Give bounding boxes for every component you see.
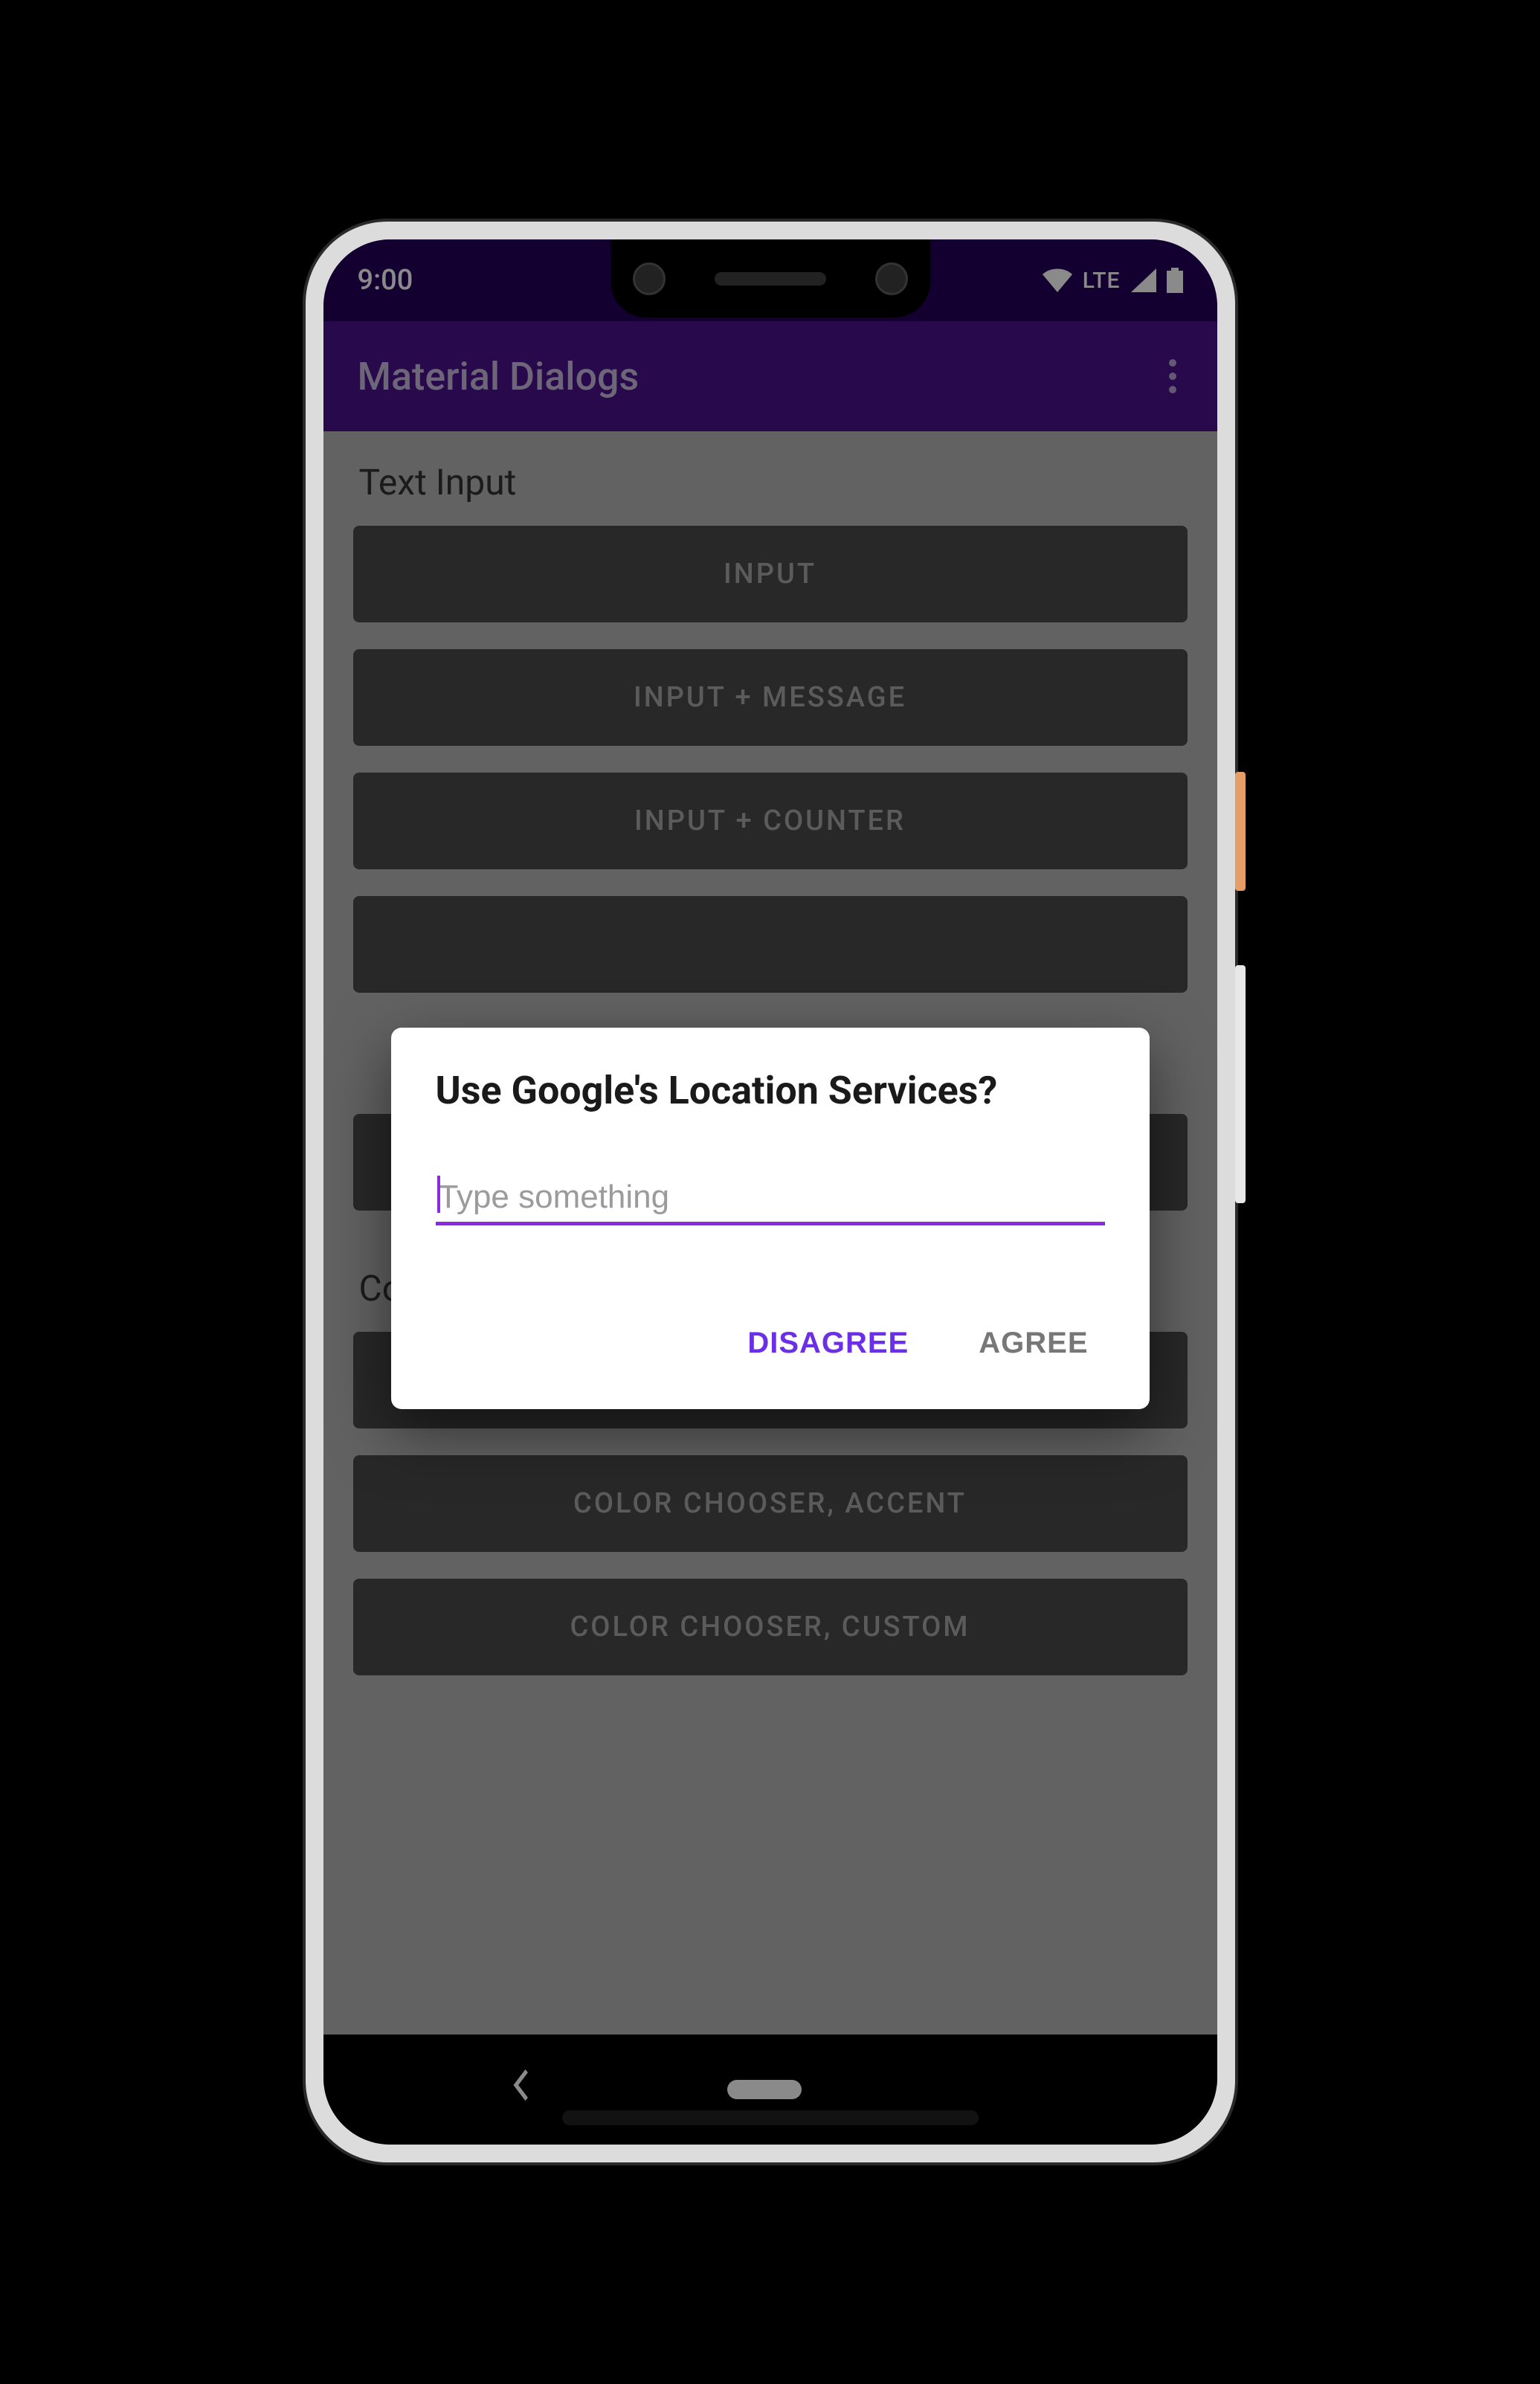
text-caret-icon xyxy=(437,1176,440,1213)
dialog-positive-button[interactable]: AGREE xyxy=(970,1315,1097,1372)
dialog-input-wrap xyxy=(436,1173,1105,1225)
device-screen-bezel: 9:00 LTE Material Dialogs Text Input xyxy=(323,239,1217,2145)
dialog-text-input[interactable] xyxy=(436,1173,1105,1225)
front-camera-icon xyxy=(875,262,908,295)
dialog-actions: DISAGREE AGREE xyxy=(436,1300,1105,1394)
dialog-negative-button[interactable]: DISAGREE xyxy=(738,1315,918,1372)
input-dialog: Use Google's Location Services? DISAGREE… xyxy=(391,1028,1150,1409)
front-camera-icon xyxy=(633,262,666,295)
device-volume-button xyxy=(1235,965,1246,1203)
earpiece-speaker-icon xyxy=(715,272,826,286)
device-notch xyxy=(610,239,930,318)
screen-root: 9:00 LTE Material Dialogs Text Input xyxy=(323,239,1217,2145)
device-power-button xyxy=(1235,772,1246,891)
device-frame: 9:00 LTE Material Dialogs Text Input xyxy=(306,222,1235,2162)
dialog-title: Use Google's Location Services? xyxy=(436,1068,1105,1113)
